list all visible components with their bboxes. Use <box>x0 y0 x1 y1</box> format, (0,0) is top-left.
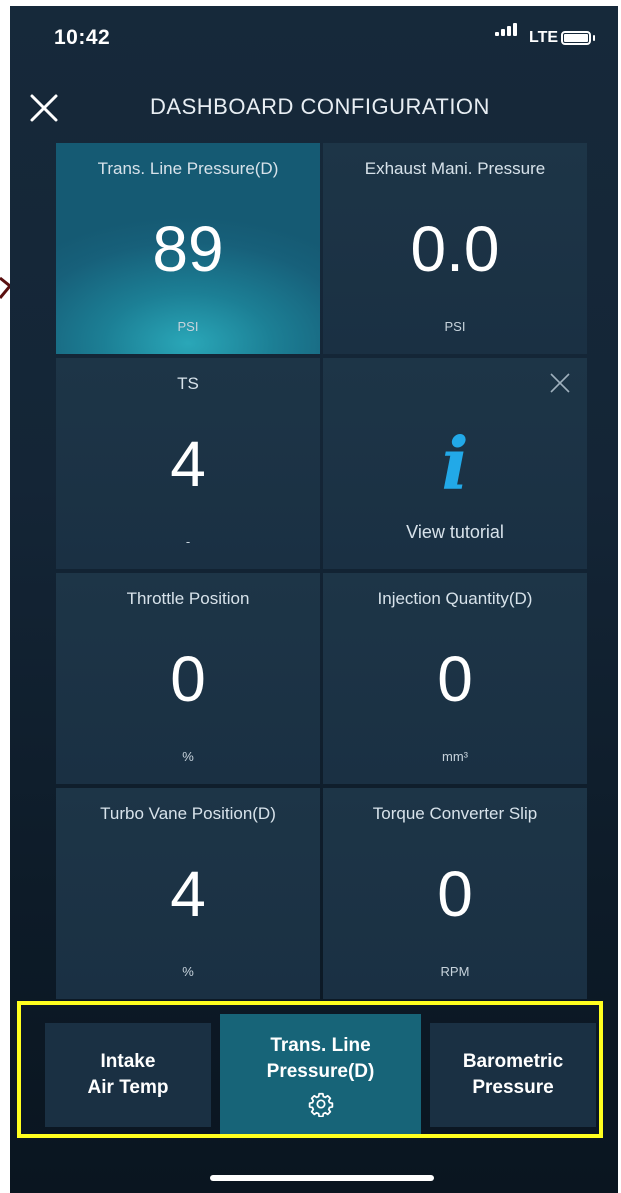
battery-tip <box>593 35 595 41</box>
gauge-label: TS <box>177 374 199 393</box>
gauge-tile-throttle-position[interactable]: Throttle Position 0 % <box>56 573 320 784</box>
network-label: LTE <box>529 29 559 46</box>
gauge-value: 4 <box>170 428 206 500</box>
gauge-label: Exhaust Mani. Pressure <box>364 159 546 178</box>
gauge-value: 4 <box>170 858 206 930</box>
gauge-label: Throttle Position <box>126 589 250 608</box>
gauge-tile-torque-converter-slip[interactable]: Torque Converter Slip 0 RPM <box>323 788 587 999</box>
gauge-label: Injection Quantity(D) <box>377 589 533 608</box>
close-icon[interactable] <box>28 92 60 124</box>
gauge-unit: PSI <box>177 319 199 334</box>
status-time: 10:42 <box>54 26 111 49</box>
gauge-label: Torque Converter Slip <box>372 804 538 823</box>
gauge-unit: PSI <box>444 319 466 334</box>
dismiss-tutorial-icon[interactable] <box>549 372 571 394</box>
gauge-value: 0.0 <box>410 213 500 285</box>
gauge-label: Turbo Vane Position(D) <box>100 804 276 823</box>
gauge-unit: - <box>185 534 191 549</box>
gauge-label: Trans. Line Pressure(D) <box>97 159 279 178</box>
gauge-tile-exhaust-mani-pressure[interactable]: Exhaust Mani. Pressure 0.0 PSI <box>323 143 587 354</box>
gauge-tile-injection-quantity[interactable]: Injection Quantity(D) 0 mm³ <box>323 573 587 784</box>
status-bar: 10:42 LTE <box>10 6 618 70</box>
view-tutorial-label: View tutorial <box>406 522 504 542</box>
gauge-tile-ts[interactable]: TS 4 - <box>56 358 320 569</box>
header: DASHBOARD CONFIGURATION <box>10 76 618 136</box>
info-icon: i <box>441 421 469 506</box>
gauge-unit: mm³ <box>442 749 468 764</box>
gauge-tile-trans-line-pressure[interactable]: Trans. Line Pressure(D) 89 PSI <box>56 143 320 354</box>
gauge-value: 0 <box>437 858 473 930</box>
home-indicator[interactable] <box>210 1175 434 1181</box>
gauge-unit: % <box>182 964 194 979</box>
gauge-grid: Trans. Line Pressure(D) 89 PSI Exhaust M… <box>56 143 588 1001</box>
page-title: DASHBOARD CONFIGURATION <box>150 94 490 119</box>
gauge-value: 0 <box>170 643 206 715</box>
tutorial-tile[interactable]: i View tutorial <box>323 358 587 569</box>
gauge-unit: % <box>182 749 194 764</box>
gauge-unit: RPM <box>440 964 470 979</box>
gauge-value: 89 <box>152 213 224 285</box>
gauge-value: 0 <box>437 643 473 715</box>
gauge-tile-turbo-vane-position[interactable]: Turbo Vane Position(D) 4 % <box>56 788 320 999</box>
battery-icon <box>561 31 591 45</box>
carousel-highlight-frame <box>17 1001 603 1138</box>
